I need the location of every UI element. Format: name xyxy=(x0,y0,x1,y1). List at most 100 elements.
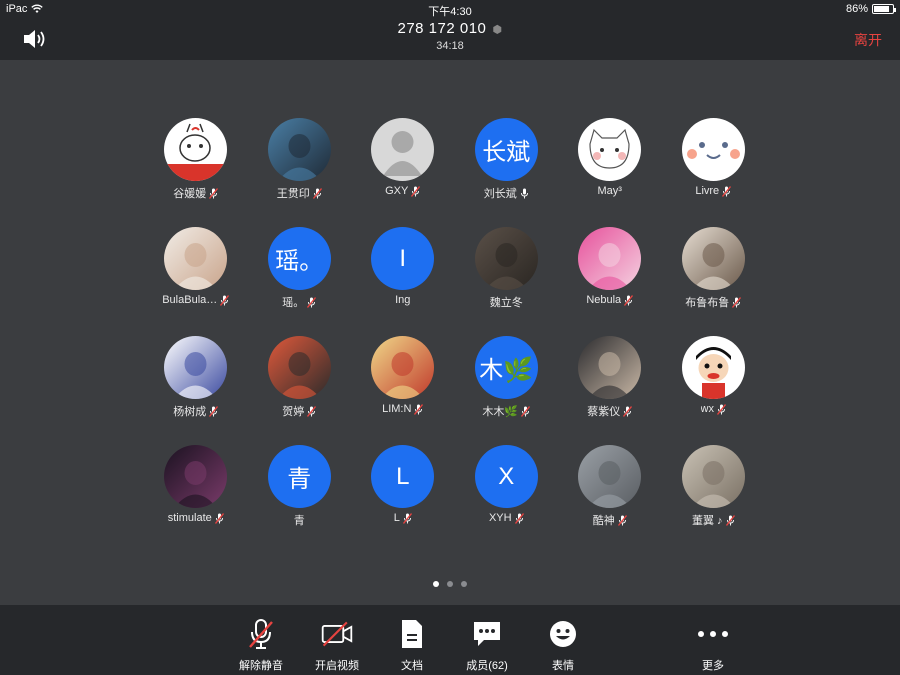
meeting-duration: 34:18 xyxy=(436,40,464,52)
member-name: 刘长斌 xyxy=(483,188,517,200)
member-avatar-initial: X xyxy=(474,445,538,508)
member-tile[interactable]: Livre xyxy=(662,118,766,227)
meeting-id[interactable]: 278 172 010 ⬢ xyxy=(0,20,900,37)
member-avatar-photo xyxy=(267,336,331,399)
member-tile[interactable]: 魏立冬 xyxy=(455,227,559,336)
member-avatar-photo xyxy=(164,445,228,508)
member-name: 杨树成 xyxy=(173,406,207,418)
meeting-header: 278 172 010 ⬢ 34:18 离开 xyxy=(0,18,900,60)
member-tile[interactable]: X XYH xyxy=(455,445,559,554)
page-dot[interactable] xyxy=(447,581,453,587)
member-tile[interactable]: BulaBula… xyxy=(144,227,248,336)
member-avatar-photo xyxy=(681,227,745,290)
member-tile[interactable]: 青青 xyxy=(248,445,352,554)
member-tile[interactable]: 杨树成 xyxy=(144,336,248,445)
member-tile[interactable]: 贺婷 xyxy=(248,336,352,445)
smiley-icon xyxy=(550,621,576,647)
member-avatar-photo xyxy=(371,336,435,399)
member-name-row: 王贯印 xyxy=(277,185,322,201)
avatar-initial-text: 瑶。 xyxy=(275,248,324,275)
mic-muted-icon xyxy=(220,294,230,306)
mic-muted-icon xyxy=(623,405,633,417)
member-avatar-photo xyxy=(578,336,642,399)
mic-muted-icon xyxy=(521,405,531,417)
mic-muted-icon xyxy=(624,294,634,306)
video-label: 开启视频 xyxy=(315,660,359,672)
member-tile[interactable]: 蔡紫仪 xyxy=(558,336,662,445)
member-name: 董翼 ♪ xyxy=(691,515,723,527)
member-name: Nebula xyxy=(586,294,622,306)
member-name-row: 贺婷 xyxy=(282,403,317,419)
member-tile[interactable]: LL xyxy=(351,445,455,554)
member-name: 瑶。 xyxy=(282,297,305,309)
member-name: 王贯印 xyxy=(276,188,310,200)
mic-muted-icon xyxy=(307,405,317,417)
start-video-button[interactable]: 开启视频 xyxy=(302,617,372,673)
member-tile[interactable]: 长斌刘长斌 xyxy=(455,118,559,227)
member-name-row: BulaBula… xyxy=(162,294,230,306)
member-name: 布鲁布鲁 xyxy=(685,297,730,309)
member-tile[interactable]: 酷神 xyxy=(558,445,662,554)
meeting-id-text: 278 172 010 xyxy=(397,20,487,37)
member-avatar-photo xyxy=(578,118,642,181)
member-tile[interactable]: 王贯印 xyxy=(248,118,352,227)
mic-muted-icon xyxy=(209,187,219,199)
mic-muted-icon xyxy=(402,512,412,524)
member-avatar-photo xyxy=(578,227,642,290)
member-name: 青 xyxy=(293,515,305,527)
member-tile[interactable]: 木🌿 木木🌿 xyxy=(455,336,559,445)
member-tile[interactable]: 谷媛媛 xyxy=(144,118,248,227)
member-name-row: 蔡紫仪 xyxy=(587,403,633,419)
member-name-row: 瑶。 xyxy=(282,294,317,310)
member-name-row: LIM:N xyxy=(382,403,424,415)
member-tile[interactable]: I Ing xyxy=(351,227,455,336)
mic-muted-icon xyxy=(411,185,421,197)
unmute-button[interactable]: 解除静音 xyxy=(226,617,296,673)
avatar-initial-text: X xyxy=(498,462,515,490)
member-tile[interactable]: 瑶。 瑶。 xyxy=(248,227,352,336)
member-tile[interactable]: 董翼 ♪ xyxy=(662,445,766,554)
member-name: BulaBula… xyxy=(162,294,218,306)
emoji-button[interactable]: 表情 xyxy=(528,617,598,673)
avatar-initial-text: 木🌿 xyxy=(479,357,534,384)
member-avatar-photo xyxy=(681,445,745,508)
member-avatar-initial: 长斌 xyxy=(474,118,538,181)
members-button[interactable]: 成员(62) xyxy=(452,617,522,673)
member-name-row: 酷神 xyxy=(593,512,627,528)
member-avatar-initial: 瑶。 xyxy=(267,227,331,290)
page-dot[interactable] xyxy=(461,581,467,587)
page-indicator[interactable] xyxy=(0,581,900,587)
member-tile[interactable]: wx xyxy=(662,336,766,445)
member-name-row: Livre xyxy=(695,185,732,197)
member-tile[interactable]: Nebula xyxy=(558,227,662,336)
member-name: GXY xyxy=(385,185,409,197)
member-name-row: stimulate xyxy=(168,512,224,524)
member-name: 酷神 xyxy=(592,515,615,527)
member-avatar-initial: 木🌿 xyxy=(474,336,538,399)
member-name-row: 杨树成 xyxy=(173,403,219,419)
documents-button[interactable]: 文档 xyxy=(377,617,447,673)
member-tile[interactable]: LIM:N xyxy=(351,336,455,445)
member-name: 蔡紫仪 xyxy=(587,406,621,418)
battery-icon xyxy=(872,4,896,14)
member-tile[interactable]: stimulate xyxy=(144,445,248,554)
member-name-row: 青 xyxy=(294,512,305,528)
member-name-row: 谷媛媛 xyxy=(173,185,219,201)
member-tile[interactable]: May³ xyxy=(558,118,662,227)
member-tile[interactable]: GXY xyxy=(351,118,455,227)
mic-muted-icon xyxy=(312,187,322,199)
member-tile[interactable]: 布鲁布鲁 xyxy=(662,227,766,336)
chat-bubble-icon xyxy=(474,622,500,646)
battery-percent: 86% xyxy=(845,3,868,15)
page-dot[interactable] xyxy=(433,581,439,587)
documents-label: 文档 xyxy=(401,660,423,672)
member-avatar-photo xyxy=(371,118,435,181)
mic-muted-icon xyxy=(209,405,219,417)
member-name-row: L xyxy=(394,512,412,524)
more-label: 更多 xyxy=(702,660,724,672)
mic-icon xyxy=(520,188,528,198)
more-button[interactable]: 更多 xyxy=(678,617,748,673)
mic-muted-icon xyxy=(732,296,742,308)
leave-button[interactable]: 离开 xyxy=(854,30,882,50)
mic-muted-icon xyxy=(716,403,726,415)
